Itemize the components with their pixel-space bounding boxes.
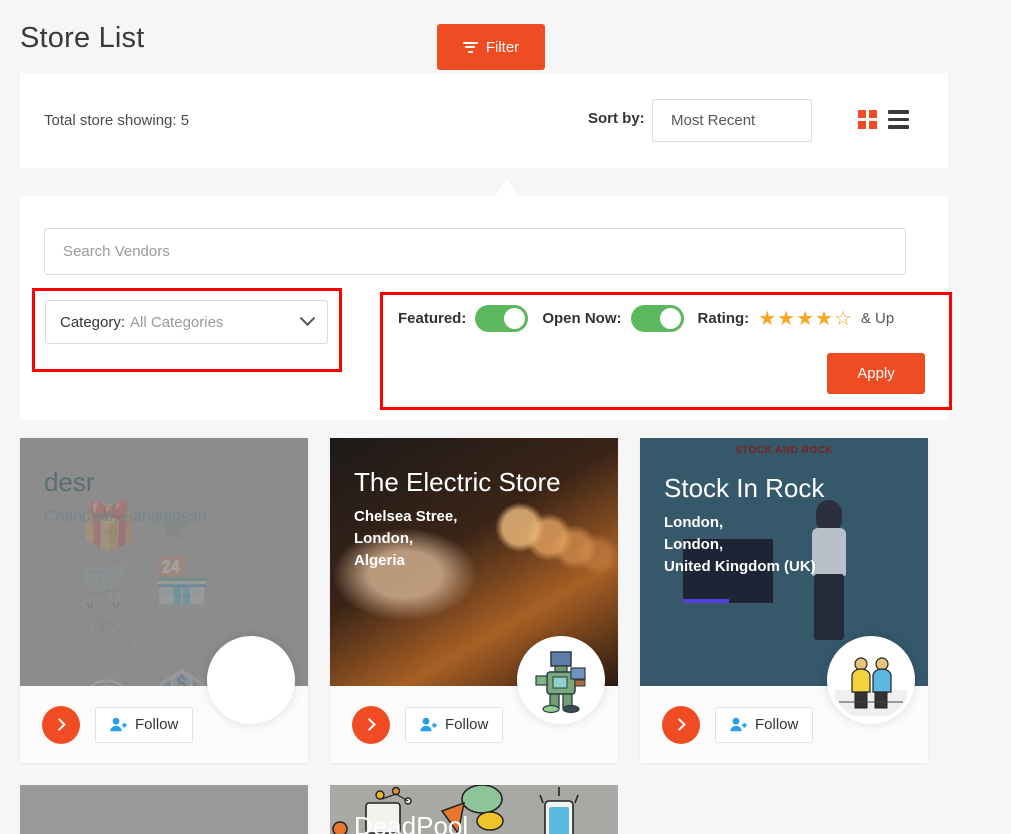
store-banner: DeadPool: [330, 785, 618, 834]
featured-label: Featured:: [398, 310, 467, 327]
featured-toggle-knob: [504, 308, 526, 329]
chevron-right-icon: [52, 718, 66, 731]
store-visit-button[interactable]: [42, 705, 80, 744]
store-name: DeadPool: [354, 811, 469, 834]
user-plus-icon: [730, 717, 747, 732]
two-people-avatar-icon: [835, 657, 907, 716]
filter-button-label: Filter: [485, 38, 520, 56]
store-address: London, London, United Kingdom (UK): [664, 512, 928, 578]
open-now-label: Open Now:: [542, 310, 622, 327]
grid-view-icon[interactable]: [858, 110, 877, 129]
store-card-grid: 🎁★🛒🏪🏷☕🏦 desr Chandpur, Bangladesh Fol: [20, 438, 948, 834]
star-icon-1[interactable]: ★: [758, 309, 776, 329]
rating-stars[interactable]: ★ ★ ★ ★ ☆: [758, 309, 852, 329]
star-icon-3[interactable]: ★: [796, 309, 814, 329]
sort-by-label: Sort by:: [588, 110, 645, 127]
store-avatar[interactable]: [207, 636, 295, 724]
store-name: The Electric Store: [354, 467, 561, 497]
user-plus-icon: [420, 717, 437, 732]
store-address: Chandpur, Bangladesh: [44, 508, 207, 525]
follow-button[interactable]: Follow: [715, 706, 814, 743]
store-card[interactable]: 🎁★🛒🏪🏷☕🏦 desr Chandpur, Bangladesh Fol: [20, 438, 308, 763]
star-icon-4[interactable]: ★: [815, 309, 833, 329]
store-card[interactable]: STOCK AND ROCK Stock In Rock London, Lon…: [640, 438, 928, 763]
category-label: Category:: [60, 313, 126, 331]
store-name: desr: [44, 467, 95, 497]
address-line: Algeria: [354, 552, 405, 569]
featured-toggle[interactable]: [475, 305, 529, 332]
sort-by-value: Most Recent: [671, 112, 756, 129]
open-now-toggle[interactable]: [630, 305, 684, 332]
store-banner: [20, 785, 308, 834]
page-title: Store List: [20, 22, 145, 54]
follow-button-label: Follow: [135, 716, 179, 733]
address-line: London,: [664, 514, 724, 531]
store-avatar[interactable]: [827, 636, 915, 724]
filter-button[interactable]: Filter: [437, 24, 545, 70]
robot-avatar-icon: [535, 651, 586, 714]
follow-button[interactable]: Follow: [405, 706, 504, 743]
apply-button[interactable]: Apply: [827, 353, 925, 394]
user-plus-icon: [110, 717, 127, 732]
star-icon-5[interactable]: ☆: [834, 309, 852, 329]
store-card[interactable]: DeadPool: [330, 785, 618, 834]
filter-panel-caret: [495, 180, 519, 196]
filter-options-row: Featured: Open Now: Rating: ★ ★ ★ ★ ☆ & …: [398, 305, 894, 332]
open-now-toggle-knob: [659, 308, 681, 329]
chevron-down-icon: [299, 309, 316, 326]
star-icon-2[interactable]: ★: [777, 309, 795, 329]
category-value: All Categories: [130, 313, 224, 331]
store-list-page: Store List Total store showing: 5 Filter…: [0, 0, 1011, 834]
store-name: Stock In Rock: [664, 473, 825, 503]
store-avatar[interactable]: [517, 636, 605, 724]
store-banner-logo-text: STOCK AND ROCK: [734, 445, 834, 456]
follow-button[interactable]: Follow: [95, 706, 194, 743]
address-line: Chelsea Stree,: [354, 508, 458, 525]
category-select[interactable]: Category: All Categories: [45, 300, 328, 344]
store-visit-button[interactable]: [662, 705, 700, 744]
chevron-right-icon: [362, 718, 376, 731]
filter-funnel-icon: [462, 41, 478, 53]
store-card-row-partial: DeadPool: [20, 785, 948, 834]
store-address: Chelsea Stree, London, Algeria: [354, 506, 618, 572]
store-card[interactable]: The Electric Store Chelsea Stree, London…: [330, 438, 618, 763]
rating-suffix: & Up: [860, 310, 895, 327]
follow-button-label: Follow: [755, 716, 799, 733]
search-vendors-input[interactable]: [44, 228, 906, 275]
store-card-row: 🎁★🛒🏪🏷☕🏦 desr Chandpur, Bangladesh Fol: [20, 438, 948, 763]
address-line: London,: [354, 530, 414, 547]
address-line: London,: [664, 536, 724, 553]
follow-button-label: Follow: [445, 716, 489, 733]
address-line: United Kingdom (UK): [664, 558, 816, 575]
sort-by-select[interactable]: Most Recent: [652, 99, 812, 142]
store-visit-button[interactable]: [352, 705, 390, 744]
chevron-right-icon: [672, 718, 686, 731]
store-card[interactable]: [20, 785, 308, 834]
rating-label: Rating:: [697, 310, 750, 327]
total-store-count: Total store showing: 5: [44, 112, 190, 129]
list-view-icon[interactable]: [888, 110, 909, 129]
view-toggle-group: [858, 110, 909, 129]
